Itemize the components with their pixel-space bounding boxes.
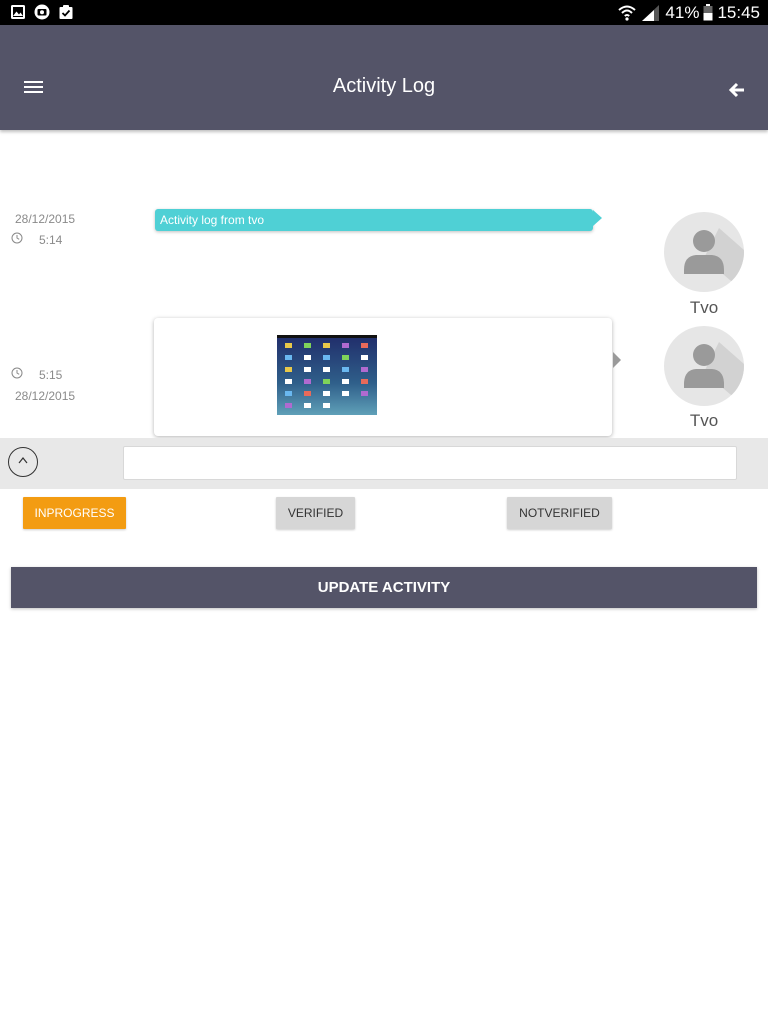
notverified-button[interactable]: NOTVERIFIED [507,497,612,529]
avatar [664,212,744,292]
clock-time: 15:45 [717,2,760,22]
clock-icon [11,367,23,379]
verified-button[interactable]: VERIFIED [276,497,355,529]
arrow-back-icon[interactable] [728,81,746,99]
signal-icon [642,4,660,21]
page-title: Activity Log [332,75,436,97]
update-activity-button[interactable]: UPDATE ACTIVITY [11,567,757,608]
gallery-icon [11,5,25,19]
bubble-pointer [613,352,621,368]
battery-icon [703,4,713,21]
person-icon [684,228,744,292]
bubble-pointer [593,210,602,226]
activity-message-text: Activity log from tvo [160,213,265,227]
activity-message-bubble: Activity log from tvo [155,209,593,231]
clock-icon [11,232,23,244]
status-bar: 41% 15:45 [0,0,768,25]
person-icon [684,342,744,406]
clipboard-check-icon [59,5,73,19]
image-thumbnail[interactable] [277,335,377,415]
author-name: Tvo [689,298,719,317]
app-header: Activity Log [0,25,768,130]
activity-date: 28/12/2015 [15,389,76,403]
activity-text-input[interactable] [123,446,737,480]
inprogress-button[interactable]: INPROGRESS [23,497,126,529]
activity-attachment-bubble [154,318,612,436]
activity-time: 5:15 [39,368,63,382]
camera-icon [34,4,50,20]
avatar [664,326,744,406]
battery-percent: 41% [665,2,700,22]
activity-time: 5:14 [39,233,63,247]
chevron-up-circle-icon[interactable] [8,447,38,477]
wifi-icon [618,5,637,21]
activity-date: 28/12/2015 [15,212,76,226]
author-name: Tvo [689,411,719,430]
message-composer [0,438,768,489]
